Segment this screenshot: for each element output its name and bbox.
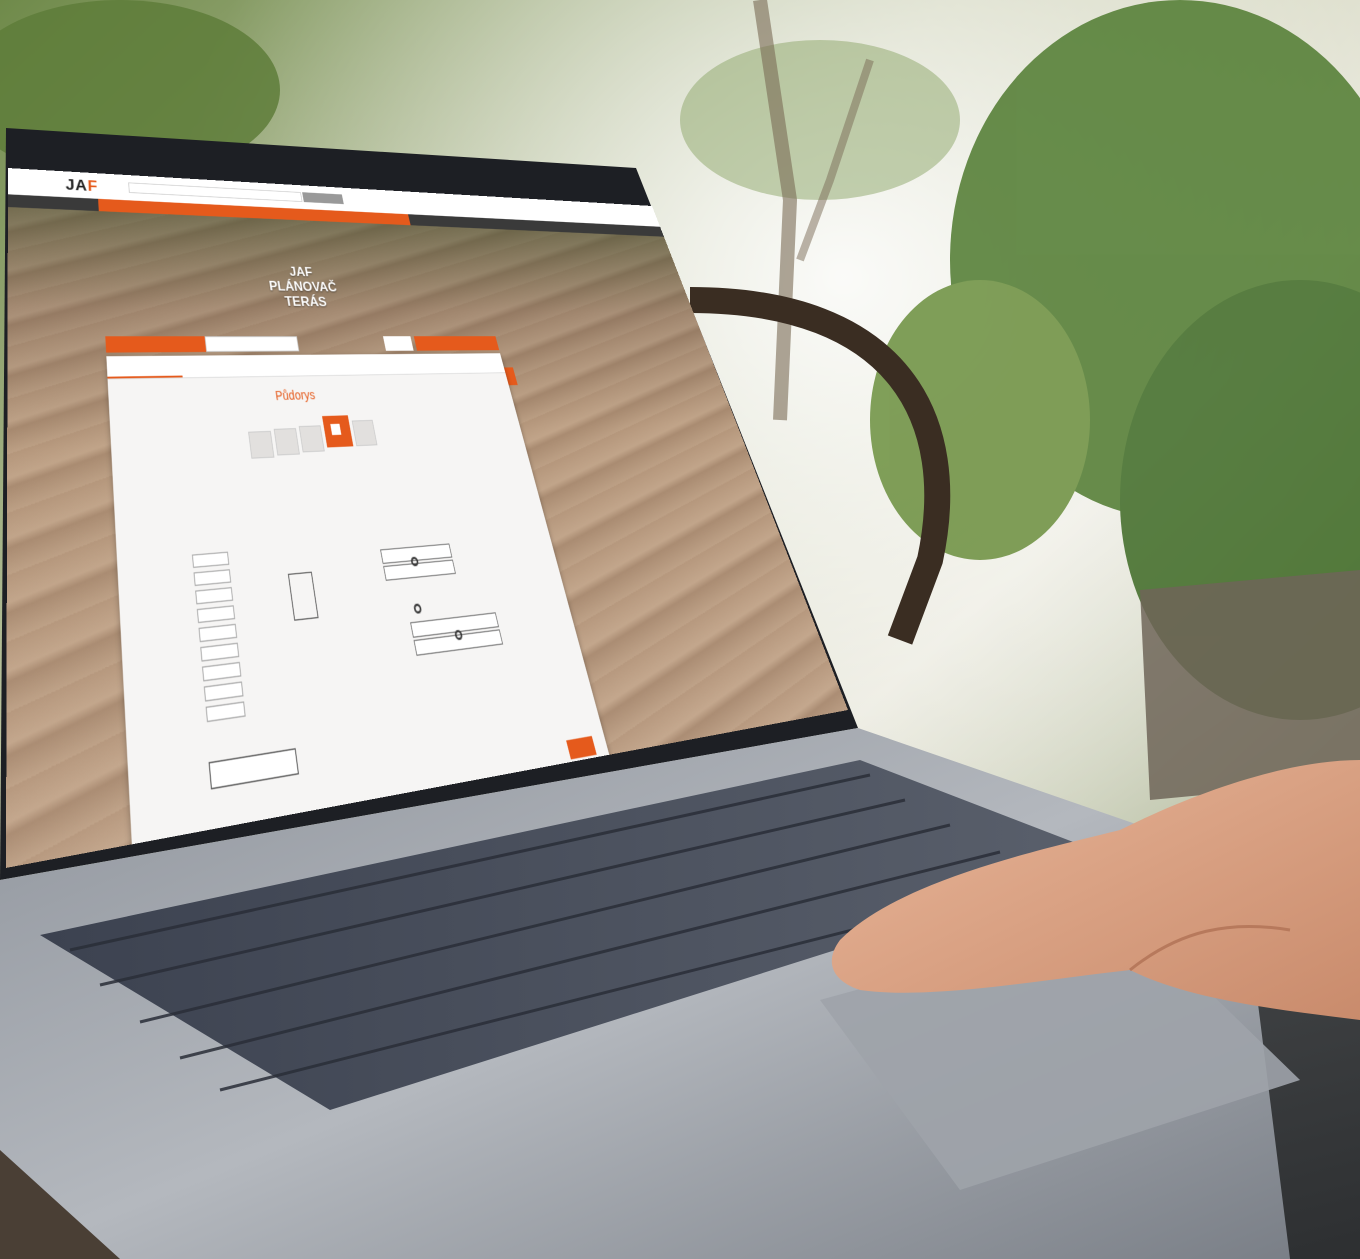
show-terrace-button[interactable] <box>208 748 299 790</box>
dimension-input[interactable] <box>193 569 232 587</box>
hero-title-line: PLÁNOVAČ <box>268 278 338 295</box>
dimension-input[interactable] <box>202 661 242 682</box>
logo-accent: F <box>87 177 99 196</box>
step-title: Půdorys <box>274 387 317 403</box>
rotate-icon[interactable] <box>413 603 423 614</box>
shape-option-selected[interactable] <box>322 415 354 448</box>
logo-text: JA <box>65 176 89 195</box>
dimension-input[interactable] <box>205 701 246 723</box>
planner-steps <box>106 353 506 380</box>
dimension-table <box>191 550 246 723</box>
instruction-text <box>248 485 480 500</box>
toolbar-button[interactable] <box>382 336 414 351</box>
direction-title <box>280 543 330 547</box>
photo-scene: JAF JAF PLÁNOVAČ TERÁS Půdorys <box>0 0 1360 1259</box>
shape-option[interactable] <box>298 425 325 453</box>
hero-title-line: TERÁS <box>283 293 328 310</box>
shape-option[interactable] <box>273 428 300 456</box>
dimension-input[interactable] <box>203 681 244 702</box>
next-button[interactable] <box>566 735 597 760</box>
dimension-input[interactable] <box>195 587 234 605</box>
search-input[interactable] <box>128 182 303 202</box>
select-pack-button[interactable] <box>105 336 207 353</box>
print-plan-button[interactable] <box>413 336 500 351</box>
planner-toolbar <box>105 336 500 353</box>
dimension-input[interactable] <box>196 605 236 624</box>
dimension-input[interactable] <box>200 642 240 662</box>
jaf-logo[interactable]: JAF <box>65 177 98 196</box>
direction-preview[interactable] <box>287 571 319 621</box>
dimension-input[interactable] <box>191 551 230 568</box>
shape-option[interactable] <box>248 430 275 459</box>
pack-input[interactable] <box>204 336 300 352</box>
hero-title: JAF PLÁNOVAČ TERÁS <box>249 263 357 310</box>
shape-option[interactable] <box>351 419 378 447</box>
active-step-indicator <box>107 375 183 379</box>
search-button[interactable] <box>302 192 344 205</box>
dimension-input[interactable] <box>198 623 238 643</box>
